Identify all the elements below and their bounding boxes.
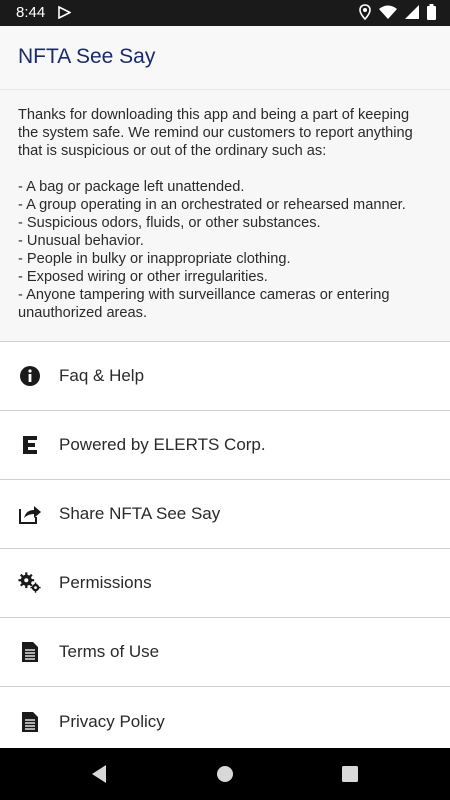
home-icon[interactable]: [216, 764, 234, 789]
menu-item-permissions[interactable]: Permissions: [0, 549, 450, 618]
info-icon: [18, 364, 42, 388]
menu-item-share[interactable]: Share NFTA See Say: [0, 480, 450, 549]
wifi-icon: [379, 5, 397, 24]
intro-item: - Suspicious odors, fluids, or other sub…: [18, 215, 321, 231]
recents-icon[interactable]: [341, 764, 359, 789]
intro-item: - A bag or package left unattended.: [18, 179, 245, 195]
menu-label: Permissions: [59, 573, 152, 592]
intro-item: - A group operating in an orchestrated o…: [18, 197, 406, 213]
menu-list: Faq & Help Powered by ELERTS Corp. Share…: [0, 342, 450, 756]
back-icon[interactable]: [90, 764, 108, 789]
intro-paragraph: Thanks for downloading this app and bein…: [18, 107, 413, 159]
share-icon: [18, 502, 42, 526]
menu-item-privacy[interactable]: Privacy Policy: [0, 687, 450, 756]
menu-item-faq-help[interactable]: Faq & Help: [0, 342, 450, 411]
intro-item: - Unusual behavior.: [18, 233, 144, 249]
navigation-bar: [0, 748, 450, 800]
menu-label: Share NFTA See Say: [59, 504, 221, 523]
signal-icon: [405, 5, 419, 24]
location-icon: [359, 4, 371, 25]
status-bar: 8:44: [0, 0, 450, 26]
app-title: NFTA See Say: [18, 45, 156, 68]
intro-panel: Thanks for downloading this app and bein…: [0, 90, 450, 342]
menu-item-powered-by[interactable]: Powered by ELERTS Corp.: [0, 411, 450, 480]
menu-item-terms[interactable]: Terms of Use: [0, 618, 450, 687]
gear-icon: [18, 571, 42, 595]
menu-label: Powered by ELERTS Corp.: [59, 435, 266, 454]
document-icon: [18, 640, 42, 664]
intro-item: - Exposed wiring or other irregularities…: [18, 269, 268, 285]
intro-item: - Anyone tampering with surveillance cam…: [18, 287, 390, 321]
play-store-icon: [58, 5, 72, 24]
app-bar: NFTA See Say: [0, 26, 450, 90]
status-time: 8:44: [16, 4, 46, 21]
elerts-logo-icon: [18, 433, 42, 457]
menu-label: Faq & Help: [59, 366, 145, 385]
menu-label: Privacy Policy: [59, 711, 165, 731]
menu-label: Terms of Use: [59, 642, 160, 661]
battery-icon: [427, 4, 436, 25]
document-icon: [18, 710, 42, 734]
intro-item: - People in bulky or inappropriate cloth…: [18, 251, 291, 267]
